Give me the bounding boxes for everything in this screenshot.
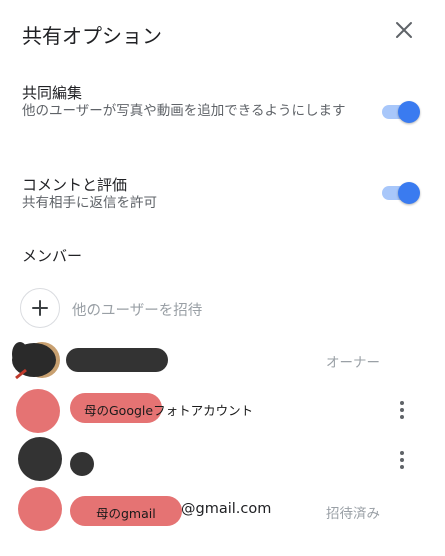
collaborate-option-description: 他のユーザーが写真や動画を追加できるようにします — [22, 103, 346, 119]
owner-avatar — [12, 340, 60, 380]
more-vert-icon — [400, 401, 404, 405]
owner-role-label: オーナー — [326, 355, 380, 371]
collaborate-toggle[interactable] — [380, 101, 420, 123]
member-name: 母のgmail — [96, 506, 156, 521]
member-avatar-redacted — [16, 389, 60, 433]
member-avatar-redacted — [18, 487, 62, 531]
members-section-title: メンバー — [22, 247, 83, 265]
invite-button[interactable] — [20, 288, 60, 328]
close-button[interactable] — [392, 18, 416, 42]
toggle-thumb — [398, 101, 420, 123]
more-vert-icon — [400, 451, 404, 455]
comments-option-title: コメントと評価 — [22, 176, 128, 194]
comments-option-description: 共有相手に返信を許可 — [22, 195, 157, 211]
member-email: @gmail.com — [181, 501, 272, 517]
close-icon — [396, 22, 412, 38]
comments-toggle[interactable] — [380, 182, 420, 204]
member-avatar-redacted — [18, 437, 62, 481]
dialog-title: 共有オプション — [22, 24, 162, 48]
plus-icon — [32, 300, 48, 316]
member-more-button[interactable] — [390, 448, 414, 472]
toggle-thumb — [398, 182, 420, 204]
collaborate-option-title: 共同編集 — [22, 84, 83, 102]
invited-status-label: 招待済み — [326, 506, 380, 522]
owner-name-redacted — [66, 348, 168, 372]
member-name-redacted — [70, 452, 94, 476]
invite-label[interactable]: 他のユーザーを招待 — [72, 299, 202, 320]
member-name: 母のGoogleフォトアカウント — [84, 403, 254, 418]
member-more-button[interactable] — [390, 398, 414, 422]
avatar-redaction — [12, 342, 60, 380]
